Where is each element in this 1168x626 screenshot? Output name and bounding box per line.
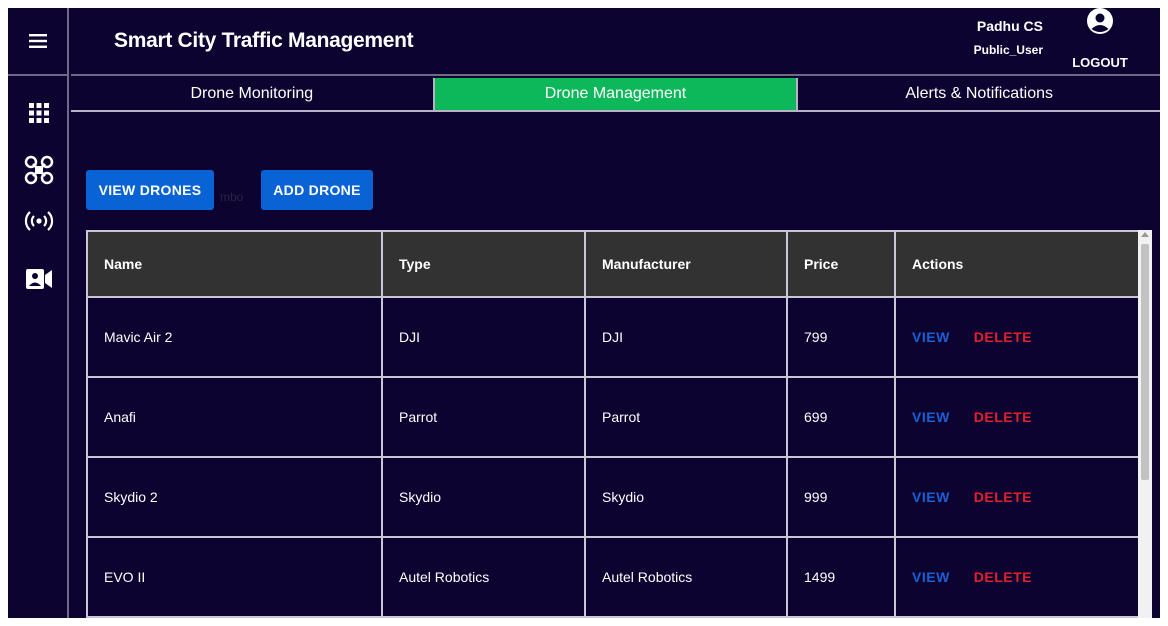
cell-type: DJI (381, 296, 586, 378)
drone-button[interactable] (8, 152, 69, 188)
column-header-type: Type (381, 230, 586, 298)
cell-name: EVO II (86, 536, 383, 618)
broadcast-button[interactable] (8, 208, 69, 234)
tab-alerts-notifications[interactable]: Alerts & Notifications (798, 78, 1160, 110)
cell-type: Parrot (381, 376, 586, 458)
drones-table: Name Type Manufacturer Price Actions Mav… (86, 230, 1140, 618)
column-header-actions: Actions (894, 230, 1140, 298)
account-circle-icon (1087, 8, 1113, 34)
tab-drone-management[interactable]: Drone Management (434, 78, 799, 110)
stray-text: mbo (220, 190, 244, 204)
cell-actions: VIEW DELETE (894, 296, 1140, 378)
delete-button[interactable]: DELETE (974, 329, 1032, 345)
cell-price: 699 (786, 376, 896, 458)
tab-bar: Drone Monitoring Drone Management Alerts… (71, 78, 1160, 112)
view-button[interactable]: VIEW (912, 409, 950, 425)
cell-manufacturer: Skydio (584, 456, 788, 538)
view-button[interactable]: VIEW (912, 489, 950, 505)
cell-type: Autel Robotics (381, 536, 586, 618)
scroll-up-icon[interactable] (1141, 232, 1149, 237)
scrollbar-thumb[interactable] (1141, 244, 1149, 480)
app-frame: Smart City Traffic Management Padhu CS P… (8, 8, 1160, 618)
table-row: Anafi Parrot Parrot 699 VIEW DELETE (86, 376, 1140, 458)
cell-price: 799 (786, 296, 896, 378)
column-header-price: Price (786, 230, 896, 298)
video-camera-icon (25, 269, 52, 289)
delete-button[interactable]: DELETE (974, 569, 1032, 585)
cell-manufacturer: Parrot (584, 376, 788, 458)
cell-name: Anafi (86, 376, 383, 458)
column-header-manufacturer: Manufacturer (584, 230, 788, 298)
view-drones-button[interactable]: VIEW DRONES (86, 170, 214, 210)
menu-button[interactable] (8, 8, 67, 76)
cell-price: 999 (786, 456, 896, 538)
view-button[interactable]: VIEW (912, 569, 950, 585)
cell-type: Skydio (381, 456, 586, 538)
table-row: EVO II Autel Robotics Autel Robotics 149… (86, 536, 1140, 618)
cell-actions: VIEW DELETE (894, 536, 1140, 618)
delete-button[interactable]: DELETE (974, 409, 1032, 425)
apps-grid-icon (28, 103, 49, 123)
delete-button[interactable]: DELETE (974, 489, 1032, 505)
table-row: Mavic Air 2 DJI DJI 799 VIEW DELETE (86, 296, 1140, 378)
broadcast-icon (24, 211, 53, 231)
cell-name: Skydio 2 (86, 456, 383, 538)
user-info: Padhu CS Public_User (974, 18, 1043, 57)
drone-icon (24, 155, 53, 185)
user-role: Public_User (973, 43, 1043, 57)
apps-button[interactable] (8, 98, 69, 128)
table-scrollbar[interactable] (1138, 230, 1152, 618)
menu-icon (28, 34, 47, 48)
cell-manufacturer: Autel Robotics (584, 536, 788, 618)
table-header-row: Name Type Manufacturer Price Actions (86, 230, 1140, 298)
app-header: Smart City Traffic Management Padhu CS P… (71, 8, 1160, 76)
logout-label: LOGOUT (1072, 55, 1128, 70)
column-header-name: Name (86, 230, 383, 298)
view-button[interactable]: VIEW (912, 329, 950, 345)
cell-name: Mavic Air 2 (86, 296, 383, 378)
logout-button[interactable]: LOGOUT (1070, 8, 1130, 70)
drones-table-container: Name Type Manufacturer Price Actions Mav… (86, 230, 1140, 618)
cell-manufacturer: DJI (584, 296, 788, 378)
cell-price: 1499 (786, 536, 896, 618)
tab-drone-monitoring[interactable]: Drone Monitoring (71, 78, 435, 110)
page-title: Smart City Traffic Management (114, 29, 414, 52)
add-drone-button[interactable]: ADD DRONE (261, 170, 373, 210)
cell-actions: VIEW DELETE (894, 456, 1140, 538)
table-row: Skydio 2 Skydio Skydio 999 VIEW DELETE (86, 456, 1140, 538)
video-button[interactable] (8, 264, 69, 294)
cell-actions: VIEW DELETE (894, 376, 1140, 458)
user-name: Padhu CS (976, 18, 1043, 34)
side-rail (8, 8, 69, 618)
